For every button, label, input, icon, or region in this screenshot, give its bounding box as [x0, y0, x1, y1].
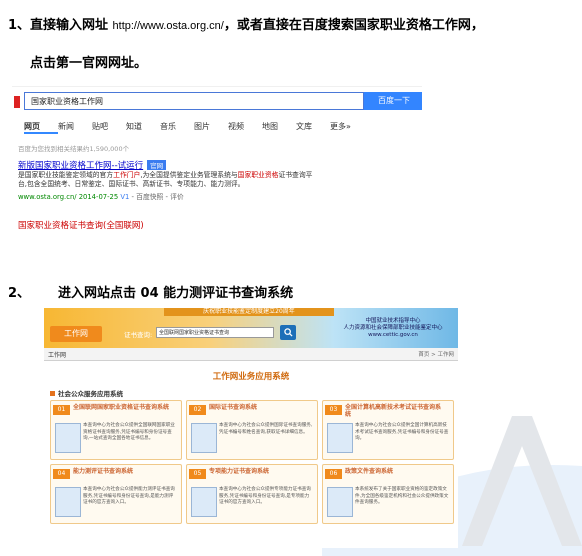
baidu-tab-map[interactable]: 地图 — [262, 121, 296, 134]
step1-url[interactable]: http://www.osta.org.cn/ — [113, 20, 224, 32]
card-description: 本查询中心为社会公众提供国际证书查询服务,凭证书编号和姓名查询,获取证书详细信息… — [219, 423, 313, 435]
card-title[interactable]: 国际证书查询系统 — [209, 404, 309, 411]
system-card-06[interactable]: 06 政策文件查询系统 本系统发布了关于国家职业资格的鉴定政策文件,为全国各级鉴… — [322, 464, 454, 524]
system-card-05[interactable]: 05 专项能力证书查询系统 本查询中心为社会公众提供专项能力证书查询服务,凭证书… — [186, 464, 318, 524]
baidu-tab-images[interactable]: 图片 — [194, 121, 228, 134]
baidu-tabs: 网页 新闻 贴吧 知道 音乐 图片 视频 地图 文库 更多» — [24, 121, 364, 134]
step1-line1: 1、直接输入网址 http://www.osta.org.cn/，或者直接在百度… — [8, 14, 484, 33]
card-description: 本系统发布了关于国家职业资格的鉴定政策文件,为全国各级鉴定机构和社会公众提供政策… — [355, 487, 449, 505]
card-description: 本查询中心为社会公众提供能力测评证书查询服务,凭证书编号和身份证号查询,是能力测… — [83, 487, 175, 505]
baidu-result-url: www.osta.org.cn/ 2014-07-25 V1 - 百度快照 - … — [18, 191, 184, 201]
cert-query-label: 证书查询: — [124, 331, 153, 339]
baidu-next-result-title[interactable]: 国家职业资格证书查询(全国联网) — [18, 219, 144, 229]
step1-text-after: ，或者直接在百度搜索国家职业资格工作网， — [223, 18, 484, 33]
baidu-tab-zhidao[interactable]: 知道 — [126, 121, 160, 134]
baidu-tab-tieba[interactable]: 贴吧 — [92, 121, 126, 134]
card-thumbnail — [191, 487, 217, 517]
card-title[interactable]: 全国联网国家职业资格证书查询系统 — [73, 404, 173, 411]
step1-line2: 点击第一官网网址。 — [30, 56, 148, 71]
baidu-result-title-text[interactable]: 新版国家职业资格工作网--试运行 — [18, 161, 143, 171]
desc-highlight: 工作门户 — [113, 171, 141, 179]
system-card-04[interactable]: 04 能力测评证书查询系统 本查询中心为社会公众提供能力测评证书查询服务,凭证书… — [50, 464, 182, 524]
ministry-line-2: 人力资源和社会保障部职业技能鉴定中心 — [343, 325, 443, 331]
card-thumbnail — [55, 487, 81, 517]
card-thumbnail — [327, 423, 353, 453]
card-description: 本查询中心为社会公众提供专项能力证书查询服务,凭证书编号和身份证号查询,是专项能… — [219, 487, 311, 505]
step2-line: 2、 进入网站点击 04 能力测评证书查询系统 — [8, 282, 293, 301]
site-nav-bar: 工作网 首页 > 工作网 — [44, 348, 458, 361]
baidu-tab-web[interactable]: 网页 — [24, 121, 58, 134]
baidu-result-title[interactable]: 新版国家职业资格工作网--试运行 官网 — [18, 159, 167, 171]
step2-text: 进入网站点击 04 能力测评证书查询系统 — [58, 286, 294, 301]
system-title: 工作网业务应用系统 — [212, 372, 290, 382]
search-icon[interactable] — [280, 325, 296, 340]
card-title[interactable]: 全国计算机高新技术考试证书查询系统 — [345, 404, 445, 418]
desc-part: ,为全国提供鉴定业务管理系统与 — [140, 171, 238, 179]
baidu-search-button[interactable]: 百度一下 — [364, 92, 422, 110]
system-card-03[interactable]: 03 全国计算机高新技术考试证书查询系统 本查询中心为社会公众提供全国计算机高新… — [322, 400, 454, 460]
card-description: 本查询中心为社会公众提供全国计算机高新技术考试证书查询服务,凭证书编号和身份证号… — [355, 423, 449, 441]
card-description: 本查询中心为社会公众提供全国联网国家职业资格证书查询服务,凭证书编号和身份证号查… — [83, 423, 175, 441]
card-number: 02 — [189, 405, 206, 415]
baidu-tab-wenku[interactable]: 文库 — [296, 121, 330, 134]
card-number: 03 — [325, 405, 342, 415]
system-card-01[interactable]: 01 全国联网国家职业资格证书查询系统 本查询中心为社会公众提供全国联网国家职业… — [50, 400, 182, 460]
step1-number: 1、 — [8, 18, 31, 33]
ministry-line-1: 中国就业技术指导中心 — [365, 318, 421, 324]
card-title[interactable]: 专项能力证书查询系统 — [209, 468, 309, 475]
baidu-tab-more[interactable]: 更多» — [330, 121, 364, 134]
result-links[interactable]: - 百度快照 - 评价 — [132, 193, 184, 201]
baidu-logo-icon — [14, 96, 20, 108]
site-logo[interactable]: 工作网 — [50, 326, 102, 342]
desc-part: 是国家职业技能鉴定领域的官方 — [18, 171, 114, 179]
card-number: 01 — [53, 405, 70, 415]
osta-site-screenshot: 庆祝职业技能鉴定制度建立20周年 工作网 证书查询: 全国联网国家职业资格证书查… — [44, 308, 458, 548]
banner-headline: 庆祝职业技能鉴定制度建立20周年 — [164, 308, 334, 316]
card-title[interactable]: 能力测评证书查询系统 — [73, 468, 173, 475]
card-number: 05 — [189, 469, 206, 479]
official-badge: 官网 — [147, 160, 167, 170]
card-number: 06 — [325, 469, 342, 479]
ministry-block: 中国就业技术指导中心 人力资源和社会保障部职业技能鉴定中心 www.cettic… — [334, 318, 452, 339]
section-heading: 社会公众服务应用系统 — [50, 388, 123, 398]
ministry-line-3[interactable]: www.cettic.gov.cn — [334, 332, 452, 339]
cert-query-select[interactable]: 全国联网国家职业资格证书查询 — [156, 327, 274, 338]
step1-text-before: 直接输入网址 — [30, 18, 113, 33]
breadcrumb[interactable]: 首页 > 工作网 — [418, 350, 454, 358]
card-thumbnail — [55, 423, 81, 453]
desc-highlight: 国家职业资格 — [237, 171, 279, 179]
card-thumbnail — [191, 423, 217, 453]
card-number: 04 — [53, 469, 70, 479]
step2-number: 2、 — [8, 286, 31, 301]
baidu-result-description: 是国家职业技能鉴定领域的官方工作门户,为全国提供鉴定业务管理系统与国家职业资格证… — [18, 171, 318, 189]
card-title[interactable]: 政策文件查询系统 — [345, 468, 445, 475]
baidu-tab-video[interactable]: 视频 — [228, 121, 262, 134]
baidu-tab-music[interactable]: 音乐 — [160, 121, 194, 134]
nav-current[interactable]: 工作网 — [48, 350, 66, 359]
baidu-search-input[interactable]: 国家职业资格工作网 — [24, 92, 364, 110]
card-thumbnail — [327, 487, 353, 517]
baidu-screenshot: 国家职业资格工作网 百度一下 网页 新闻 贴吧 知道 音乐 图片 视频 地图 文… — [12, 86, 422, 229]
system-card-02[interactable]: 02 国际证书查询系统 本查询中心为社会公众提供国际证书查询服务,凭证书编号和姓… — [186, 400, 318, 460]
verified-icon: V1 — [120, 193, 130, 201]
baidu-tab-news[interactable]: 新闻 — [58, 121, 92, 134]
baidu-result-count: 百度为您找到相关结果约1,590,000个 — [18, 145, 130, 153]
result-url-text[interactable]: www.osta.org.cn/ 2014-07-25 — [18, 193, 118, 201]
